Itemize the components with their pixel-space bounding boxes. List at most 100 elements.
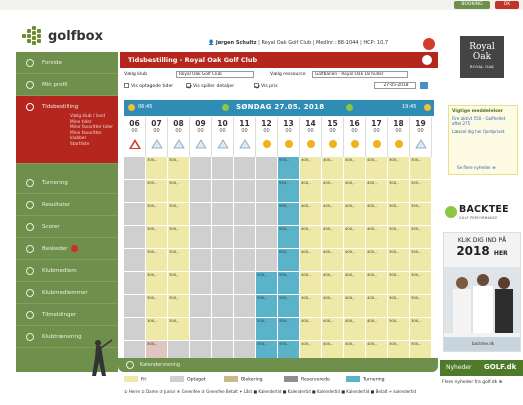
tee-time-cell[interactable]: 300,- (146, 180, 168, 202)
tee-time-cell[interactable]: 400,- (366, 272, 388, 294)
prev-day-icon[interactable] (222, 104, 229, 111)
tee-time-cell[interactable]: 400,- (300, 203, 322, 225)
show-player-details-checkbox[interactable] (186, 83, 191, 88)
sidebar-item-forside[interactable]: Forside (16, 52, 118, 74)
tee-time-cell[interactable]: 300,- (388, 180, 410, 202)
tee-time-cell[interactable]: 300,- (146, 295, 168, 317)
tee-time-cell[interactable]: 300,- (388, 226, 410, 248)
tee-time-cell[interactable]: 300,- (168, 272, 190, 294)
tee-time-cell[interactable]: 550,- (278, 180, 300, 202)
sidebar-item-turnering[interactable]: Turnering (16, 172, 118, 194)
tee-time-cell[interactable]: 400,- (322, 203, 344, 225)
tee-time-cell[interactable]: 300,- (168, 295, 190, 317)
show-prices-checkbox[interactable] (254, 83, 259, 88)
tee-time-cell[interactable]: 300,- (410, 180, 432, 202)
tee-time-cell[interactable]: 400,- (366, 318, 388, 340)
resource-select[interactable]: Golfbanen - Royal Oak 18 huller (312, 71, 408, 78)
sidebar-item-tidsbestilling[interactable]: Tidsbestilling Vælg klub / land Mine tid… (16, 96, 118, 164)
logout-icon[interactable] (423, 38, 435, 50)
tee-time-cell[interactable]: 400,- (322, 249, 344, 271)
tee-time-cell[interactable]: 550,- (278, 318, 300, 340)
tee-time-cell[interactable]: 300,- (168, 180, 190, 202)
tee-time-cell[interactable]: 400,- (322, 272, 344, 294)
sidebar-item-klubmedlem[interactable]: Klubmedlem (16, 260, 118, 282)
date-input[interactable]: 27-05-2018 (374, 82, 416, 89)
tee-time-cell[interactable]: 300,- (388, 249, 410, 271)
tee-time-cell[interactable]: 300,- (410, 249, 432, 271)
tee-time-cell[interactable]: 300,- (388, 295, 410, 317)
golfbox-logo[interactable]: golfbox (22, 26, 112, 48)
tee-time-cell[interactable]: 400,- (300, 318, 322, 340)
tee-time-cell[interactable]: 300,- (168, 318, 190, 340)
tee-time-cell[interactable]: 400,- (366, 157, 388, 179)
tee-time-cell[interactable]: 400,- (300, 295, 322, 317)
tee-time-cell[interactable]: 400,- (344, 226, 366, 248)
sidebar-item-tilmeldinger[interactable]: Tilmeldinger (16, 304, 118, 326)
tee-time-cell[interactable]: 400,- (300, 226, 322, 248)
clock-icon[interactable] (422, 55, 432, 65)
tee-time-cell[interactable]: 300,- (146, 157, 168, 179)
tee-time-cell[interactable]: 300,- (168, 203, 190, 225)
user-name[interactable]: Jørgen Schultz (216, 40, 257, 46)
sidebar-item-klubmedlemmer[interactable]: Klubmedlemmer (16, 282, 118, 304)
royal-oak-logo[interactable]: Royal Oak ROYAL OAK (460, 36, 504, 78)
tee-time-cell[interactable]: 400,- (322, 180, 344, 202)
news-item[interactable]: Læssel dig her fjordprivet (449, 129, 517, 134)
next-day-icon[interactable] (346, 104, 353, 111)
tee-time-cell[interactable]: 400,- (344, 249, 366, 271)
tee-time-cell[interactable]: 550,- (256, 272, 278, 294)
more-news-link[interactable]: Flere nyheder fra golf.dk ⊕ (442, 380, 502, 385)
tee-time-cell[interactable]: 300,- (388, 203, 410, 225)
tee-time-cell[interactable]: 300,- (168, 157, 190, 179)
advertisement[interactable]: KLIK DIG IND PÅ 2018 HER backtee.dk (443, 232, 521, 352)
tee-time-cell[interactable]: 400,- (344, 203, 366, 225)
tee-time-cell[interactable]: 300,- (146, 318, 168, 340)
tee-time-cell[interactable]: 400,- (366, 180, 388, 202)
tee-time-cell[interactable]: 300,- (168, 226, 190, 248)
tee-time-cell[interactable]: 550,- (278, 249, 300, 271)
tee-time-cell[interactable]: 300,- (388, 157, 410, 179)
tee-time-cell[interactable]: 300,- (388, 318, 410, 340)
sidebar-item-resultater[interactable]: Resultater (16, 194, 118, 216)
sidebar-item-scorer[interactable]: Scorer (16, 216, 118, 238)
tee-time-cell[interactable]: 300,- (146, 226, 168, 248)
tee-time-cell[interactable]: 300,- (410, 295, 432, 317)
sidebar-item-profil[interactable]: Min profil (16, 74, 118, 96)
tee-time-cell[interactable]: 400,- (344, 295, 366, 317)
tee-time-cell[interactable]: 400,- (366, 295, 388, 317)
tee-time-cell[interactable]: 400,- (366, 226, 388, 248)
tee-time-cell[interactable]: 550,- (278, 295, 300, 317)
news-item[interactable]: Fire aktivt 550 - Golfhellet aftel 275 (449, 116, 517, 126)
tee-time-cell[interactable]: 300,- (146, 203, 168, 225)
tee-time-cell[interactable]: 300,- (410, 157, 432, 179)
tee-time-cell[interactable]: 400,- (344, 180, 366, 202)
tee-time-cell[interactable]: 300,- (410, 226, 432, 248)
tee-time-cell[interactable]: 400,- (322, 318, 344, 340)
tee-time-cell[interactable]: 300,- (388, 272, 410, 294)
calendar-icon[interactable] (420, 82, 428, 89)
tee-time-cell[interactable]: 400,- (344, 272, 366, 294)
tee-time-cell[interactable]: 550,- (278, 157, 300, 179)
calendar-view-bar[interactable]: Kalendervisning (118, 358, 438, 372)
submenu-item[interactable]: Mine favoritter klubber (42, 131, 118, 142)
tee-time-cell[interactable]: 300,- (146, 249, 168, 271)
tee-time-cell[interactable]: 400,- (322, 226, 344, 248)
tee-time-cell[interactable]: 400,- (300, 180, 322, 202)
tee-time-cell[interactable]: 400,- (366, 249, 388, 271)
tee-time-cell[interactable]: 400,- (300, 157, 322, 179)
tee-time-cell[interactable]: 400,- (344, 157, 366, 179)
tee-time-cell[interactable]: 400,- (344, 318, 366, 340)
tee-time-cell[interactable]: 550,- (256, 295, 278, 317)
tee-time-cell[interactable]: 550,- (278, 272, 300, 294)
backtee-logo[interactable]: BACKTEE GOLF PERFORMANCE (443, 202, 521, 224)
tee-time-cell[interactable]: 550,- (278, 226, 300, 248)
more-news-link[interactable]: Se flere nyheder ⊕ (457, 165, 496, 170)
booking-button[interactable]: BOOKING (454, 1, 490, 9)
tee-time-cell[interactable]: 400,- (300, 272, 322, 294)
tee-time-cell[interactable]: 300,- (168, 249, 190, 271)
tee-time-cell[interactable]: 400,- (322, 157, 344, 179)
golfdk-logo[interactable]: GOLF.dk (484, 363, 516, 371)
submenu-item[interactable]: Startliste (42, 142, 118, 148)
tee-time-cell[interactable]: 300,- (410, 318, 432, 340)
tee-time-cell[interactable]: 300,- (410, 272, 432, 294)
